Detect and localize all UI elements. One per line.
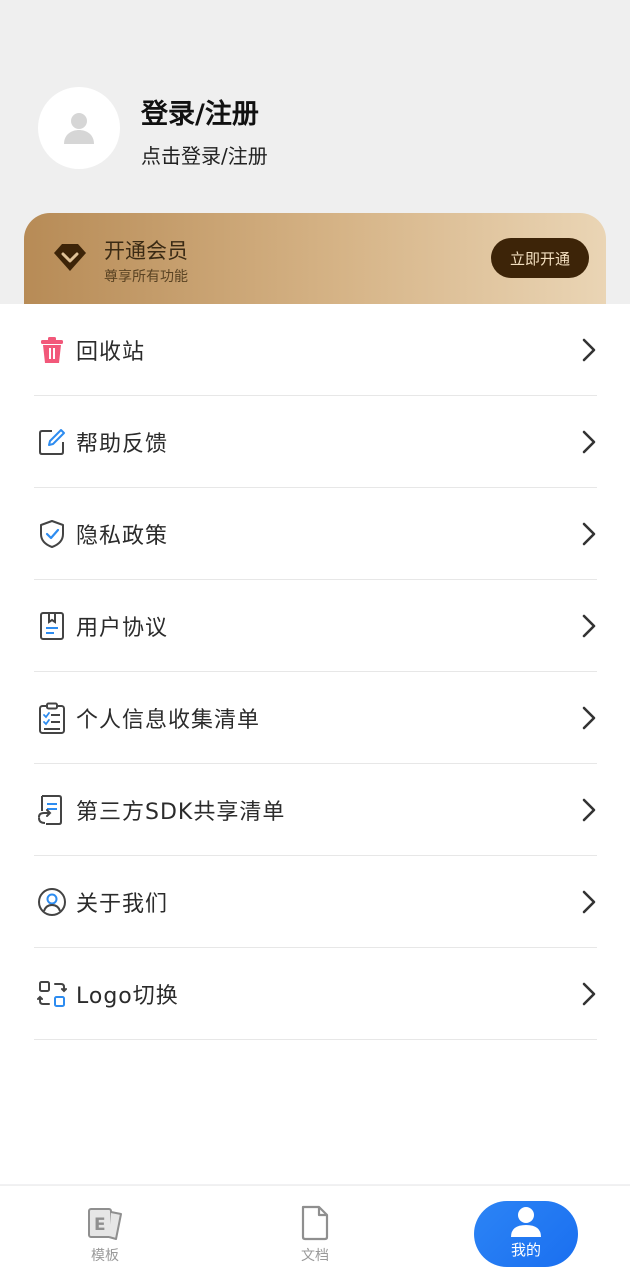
edit-icon — [36, 426, 68, 458]
template-icon: E — [88, 1208, 122, 1240]
menu-item-recycle-bin[interactable]: 回收站 — [34, 304, 597, 396]
user-circle-icon — [36, 886, 68, 918]
chevron-right-icon — [582, 522, 596, 546]
tab-label: 文档 — [301, 1248, 329, 1264]
open-vip-button[interactable]: 立即开通 — [491, 238, 589, 278]
menu-item-third-party-sdk[interactable]: 第三方SDK共享清单 — [34, 764, 597, 856]
tab-label: 我的 — [510, 1241, 541, 1259]
settings-menu: 回收站 帮助反馈 隐私政策 用户协议 个人信息收集清单 第三方SDK共享清单 关… — [0, 304, 630, 1184]
vip-subtitle: 尊享所有功能 — [104, 269, 188, 285]
menu-item-label: 帮助反馈 — [76, 431, 169, 457]
menu-item-label: 回收站 — [76, 339, 146, 365]
menu-item-feedback[interactable]: 帮助反馈 — [34, 396, 597, 488]
user-icon — [511, 1207, 541, 1237]
menu-item-about-us[interactable]: 关于我们 — [34, 856, 597, 948]
menu-item-label: 个人信息收集清单 — [76, 707, 261, 733]
tab-mine[interactable]: 我的 — [474, 1201, 578, 1267]
chevron-right-icon — [582, 706, 596, 730]
menu-item-label: 用户协议 — [76, 615, 169, 641]
chevron-right-icon — [582, 890, 596, 914]
chevron-right-icon — [582, 430, 596, 454]
login-title[interactable]: 登录/注册 — [141, 92, 259, 131]
clipboard-icon — [36, 702, 68, 734]
tab-templates[interactable]: E 模板 — [45, 1186, 165, 1280]
document-icon — [36, 610, 68, 642]
file-icon — [301, 1205, 329, 1241]
chevron-right-icon — [582, 982, 596, 1006]
menu-item-personal-info-list[interactable]: 个人信息收集清单 — [34, 672, 597, 764]
login-subtitle[interactable]: 点击登录/注册 — [141, 140, 268, 169]
profile-header: 登录/注册 点击登录/注册 开通会员 尊享所有功能 立即开通 — [0, 0, 630, 305]
vip-title: 开通会员 — [104, 239, 188, 263]
chevron-right-icon — [582, 338, 596, 362]
avatar-placeholder-icon — [64, 113, 94, 144]
menu-item-logo-switch[interactable]: Logo切换 — [34, 948, 597, 1040]
chevron-right-icon — [582, 798, 596, 822]
diamond-icon — [54, 244, 86, 271]
avatar[interactable] — [38, 87, 120, 169]
svg-text:E: E — [94, 1215, 106, 1235]
bottom-tab-bar: E 模板 文档 我的 — [0, 1185, 630, 1280]
menu-item-label: 隐私政策 — [76, 523, 169, 549]
shared-list-icon — [36, 794, 68, 826]
menu-item-privacy-policy[interactable]: 隐私政策 — [34, 488, 597, 580]
menu-item-label: Logo切换 — [76, 983, 179, 1009]
switch-icon — [36, 978, 68, 1010]
trash-icon — [36, 334, 68, 366]
menu-item-label: 关于我们 — [76, 891, 169, 917]
menu-item-user-agreement[interactable]: 用户协议 — [34, 580, 597, 672]
menu-item-label: 第三方SDK共享清单 — [76, 799, 286, 825]
shield-icon — [36, 518, 68, 550]
tab-documents[interactable]: 文档 — [255, 1186, 375, 1280]
chevron-right-icon — [582, 614, 596, 638]
tab-label: 模板 — [91, 1248, 119, 1264]
vip-banner[interactable]: 开通会员 尊享所有功能 立即开通 — [24, 213, 606, 305]
